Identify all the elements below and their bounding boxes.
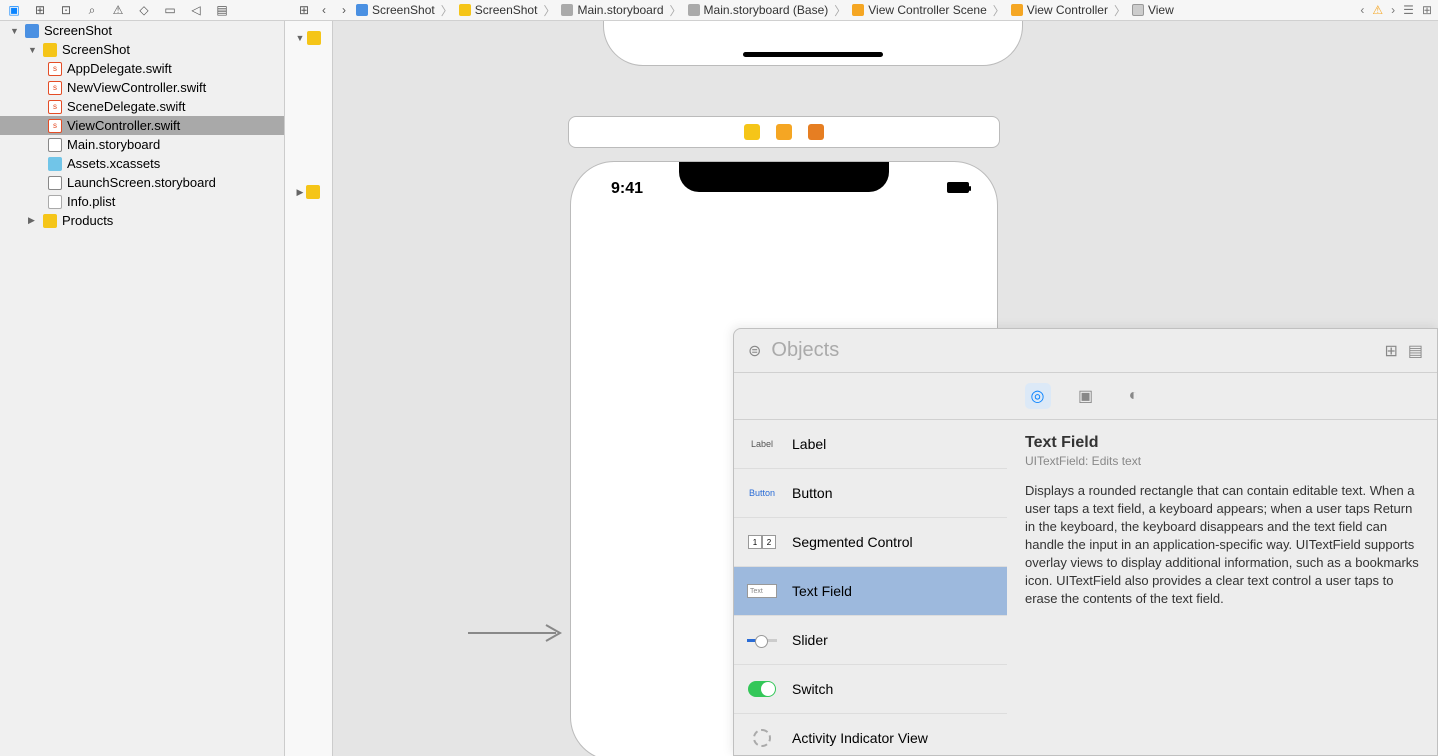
crumb-1[interactable]: ScreenShot: [459, 3, 538, 17]
related-items-icon[interactable]: ⊞: [296, 2, 312, 18]
outline-scene-1[interactable]: ▼: [285, 21, 332, 55]
library-view-toggle: ⊞ ▤: [1384, 341, 1423, 361]
status-time: 9:41: [611, 180, 643, 198]
nav-file-launchscreen[interactable]: LaunchScreen.storyboard: [0, 173, 284, 192]
grid-view-icon[interactable]: ⊞: [1384, 341, 1397, 361]
prev-icon[interactable]: ‹: [1360, 3, 1364, 17]
nav-file-scenedelegate[interactable]: sSceneDelegate.swift: [0, 97, 284, 116]
nav-file-viewcontroller[interactable]: sViewController.swift: [0, 116, 284, 135]
nav-file-assets[interactable]: Assets.xcassets: [0, 154, 284, 173]
filter-icon[interactable]: ⊜: [748, 341, 761, 361]
breakpoint-icon[interactable]: ◁: [188, 2, 204, 18]
forward-icon[interactable]: ›: [336, 2, 352, 18]
lib-item-button[interactable]: ButtonButton: [734, 469, 1007, 518]
symbol-icon[interactable]: ⊡: [58, 2, 74, 18]
toolbar-icons: ▣ ⊞ ⊡ ⌕ ⚠ ◇ ▭ ◁ ▤: [6, 2, 230, 18]
first-responder-icon[interactable]: [744, 124, 760, 140]
objects-tab[interactable]: ◎: [1025, 383, 1051, 409]
nav-folder[interactable]: ▼ScreenShot: [0, 40, 284, 59]
home-indicator: [743, 52, 883, 57]
warning-icon[interactable]: ⚠: [110, 2, 126, 18]
phone-preview-top: [603, 21, 1023, 66]
battery-icon: [947, 182, 969, 193]
lib-item-activity[interactable]: Activity Indicator View: [734, 714, 1007, 755]
lib-item-textfield[interactable]: TextText Field: [734, 567, 1007, 616]
library-tabs: ◎ ▣ ◐: [734, 373, 1437, 420]
add-editor-icon[interactable]: ⊞: [1422, 3, 1432, 17]
lib-item-segmented[interactable]: 12Segmented Control: [734, 518, 1007, 567]
notch: [679, 162, 889, 192]
storyboard-reference-icon[interactable]: [808, 124, 824, 140]
document-outline: ▼ ▶: [285, 21, 333, 756]
crumb-6[interactable]: View: [1132, 3, 1174, 17]
project-navigator: ▼ScreenShot ▼ScreenShot sAppDelegate.swi…: [0, 21, 285, 756]
color-tab[interactable]: ◐: [1121, 383, 1147, 409]
scene-dock[interactable]: [568, 116, 1000, 148]
nav-file-appdelegate[interactable]: sAppDelegate.swift: [0, 59, 284, 78]
crumb-0[interactable]: ScreenShot: [356, 3, 435, 17]
back-icon[interactable]: ‹: [316, 2, 332, 18]
nav-root[interactable]: ▼ScreenShot: [0, 21, 284, 40]
crumb-2[interactable]: Main.storyboard: [561, 3, 663, 17]
issue-icon[interactable]: ⚠: [1372, 3, 1383, 17]
lib-item-switch[interactable]: Switch: [734, 665, 1007, 714]
adjust-editor-icon[interactable]: ☰: [1403, 3, 1414, 17]
jump-bar: ⊞ ‹ › ScreenShot〉 ScreenShot〉 Main.story…: [290, 0, 1438, 21]
search-icon[interactable]: ⌕: [84, 2, 100, 18]
nav-products[interactable]: ▶Products: [0, 211, 284, 230]
debug-icon[interactable]: ▭: [162, 2, 178, 18]
library-detail: Text Field UITextField: Edits text Displ…: [1007, 420, 1437, 755]
exit-icon[interactable]: [776, 124, 792, 140]
crumb-3[interactable]: Main.storyboard (Base): [688, 3, 829, 17]
test-icon[interactable]: ◇: [136, 2, 152, 18]
detail-subtitle: UITextField: Edits text: [1025, 454, 1419, 468]
version-icon[interactable]: ⊞: [32, 2, 48, 18]
list-view-icon[interactable]: ▤: [1408, 341, 1423, 361]
crumb-5[interactable]: View Controller: [1011, 3, 1108, 17]
detail-title: Text Field: [1025, 434, 1419, 452]
report-icon[interactable]: ▤: [214, 2, 230, 18]
lib-item-label[interactable]: LabelLabel: [734, 420, 1007, 469]
detail-description: Displays a rounded rectangle that can co…: [1025, 482, 1419, 608]
media-tab[interactable]: ▣: [1073, 383, 1099, 409]
initial-vc-arrow: [468, 621, 568, 645]
jump-bar-right: ‹ ⚠ › ☰ ⊞: [1360, 3, 1432, 17]
library-header: ⊜ ⊞ ▤: [734, 329, 1437, 373]
outline-scene-2[interactable]: ▶: [285, 175, 332, 209]
nav-file-mainstoryboard[interactable]: Main.storyboard: [0, 135, 284, 154]
nav-file-infoplist[interactable]: Info.plist: [0, 192, 284, 211]
folder-nav-icon[interactable]: ▣: [6, 2, 22, 18]
crumb-4[interactable]: View Controller Scene: [852, 3, 987, 17]
library-search-input[interactable]: [771, 339, 1374, 362]
library-list: LabelLabel ButtonButton 12Segmented Cont…: [734, 420, 1007, 755]
lib-item-slider[interactable]: Slider: [734, 616, 1007, 665]
nav-file-newvc[interactable]: sNewViewController.swift: [0, 78, 284, 97]
object-library-panel: ⊜ ⊞ ▤ ◎ ▣ ◐ LabelLabel ButtonButton 12Se…: [733, 328, 1438, 756]
library-body: LabelLabel ButtonButton 12Segmented Cont…: [734, 420, 1437, 755]
next-icon[interactable]: ›: [1391, 3, 1395, 17]
